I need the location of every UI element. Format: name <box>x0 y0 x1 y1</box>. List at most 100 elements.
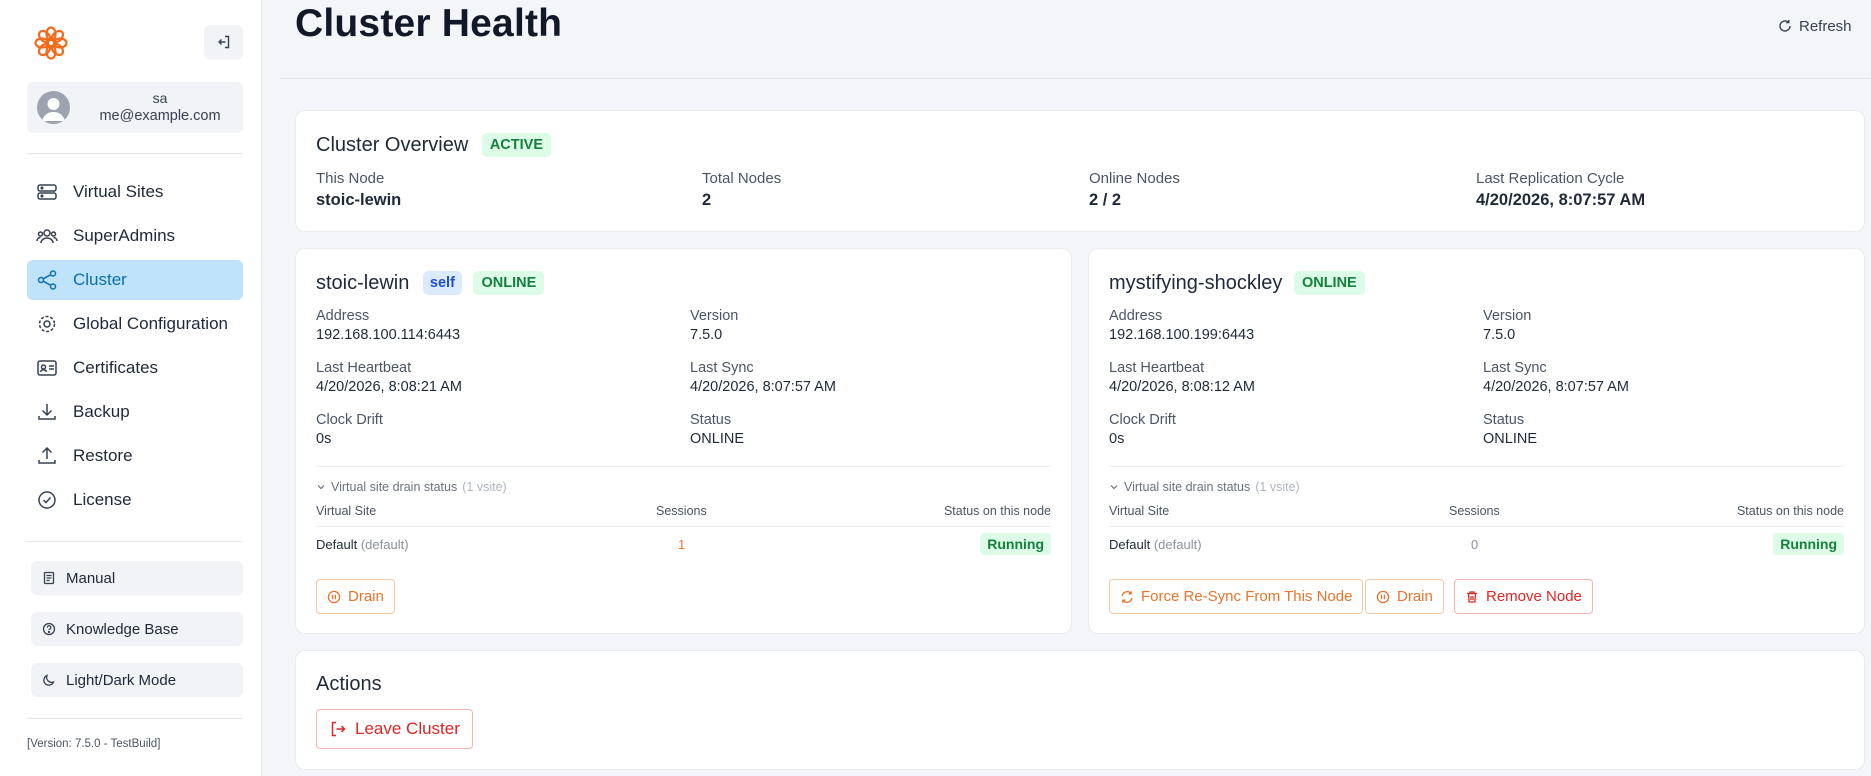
last-sync-label: Last Sync <box>690 360 754 376</box>
server-stack-icon <box>35 180 59 204</box>
node-status-badge: ONLINE <box>1293 271 1365 295</box>
theme-toggle-button[interactable]: Light/Dark Mode <box>31 663 243 697</box>
drain-status-toggle[interactable]: Virtual site drain status (1 vsite) <box>316 480 507 494</box>
sidebar-item-global-configuration[interactable]: Global Configuration <box>27 304 243 344</box>
node-divider <box>1109 466 1844 467</box>
question-circle-icon <box>41 621 57 637</box>
node-card: stoic-lewin self ONLINE Address 192.168.… <box>295 248 1072 634</box>
version-label: Version <box>690 308 739 324</box>
sidebar-item-label: License <box>73 490 132 509</box>
status-label: Status <box>690 412 732 428</box>
knowledge-base-button[interactable]: Knowledge Base <box>31 612 243 646</box>
address-value: 192.168.100.114:6443 <box>316 327 461 343</box>
version-label: Version <box>1483 308 1532 324</box>
id-card-icon <box>35 356 59 380</box>
drain-button[interactable]: Drain <box>316 579 395 614</box>
version-value: 7.5.0 <box>690 327 723 343</box>
refresh-label: Refresh <box>1799 17 1852 35</box>
logout-icon <box>329 720 347 738</box>
last-sync-value: 4/20/2026, 8:07:57 AM <box>690 379 836 395</box>
cluster-overview-title: Cluster Overview <box>316 134 469 156</box>
gear-icon <box>35 312 59 336</box>
download-icon <box>35 400 59 424</box>
sidebar-item-label: Cluster <box>73 270 127 289</box>
clock-drift-label: Clock Drift <box>1109 412 1176 428</box>
header-divider <box>280 78 1871 79</box>
upload-icon <box>35 444 59 468</box>
force-resync-button[interactable]: Force Re-Sync From This Node <box>1109 579 1364 614</box>
sidebar-item-label: Certificates <box>73 358 159 377</box>
user-name: sa <box>152 90 168 106</box>
manual-button[interactable]: Manual <box>31 561 243 595</box>
leave-cluster-label: Leave Cluster <box>355 719 460 738</box>
remove-node-button[interactable]: Remove Node <box>1454 579 1593 614</box>
column-header-sessions: Sessions <box>656 504 707 518</box>
running-badge: Running <box>980 533 1051 555</box>
status-value: ONLINE <box>1483 431 1537 447</box>
node-name: stoic-lewin <box>316 272 410 294</box>
drain-status-count: (1 vsite) <box>462 480 507 494</box>
remove-node-label: Remove Node <box>1486 588 1582 605</box>
sessions-count: 0 <box>1471 537 1479 552</box>
status-value: ONLINE <box>690 431 744 447</box>
node-name: mystifying-shockley <box>1109 272 1283 294</box>
sidebar-item-label: Global Configuration <box>73 314 228 333</box>
actions-title: Actions <box>316 673 382 695</box>
sidebar-item-license[interactable]: License <box>27 480 243 520</box>
sidebar-item-label: SuperAdmins <box>73 226 176 245</box>
sidebar-item-superadmins[interactable]: SuperAdmins <box>27 216 243 256</box>
address-label: Address <box>1109 308 1163 324</box>
table-row-site: Default (default) <box>316 537 409 552</box>
sidebar-item-backup[interactable]: Backup <box>27 392 243 432</box>
drain-status-count: (1 vsite) <box>1255 480 1300 494</box>
cluster-overview-heading: Cluster Overview ACTIVE <box>316 133 551 157</box>
last-heartbeat-value: 4/20/2026, 8:08:12 AM <box>1109 379 1255 395</box>
sidebar-item-certificates[interactable]: Certificates <box>27 348 243 388</box>
sidebar: sa me@example.com Virtual Sites SuperAdm… <box>0 0 262 776</box>
column-header-sessions: Sessions <box>1449 504 1500 518</box>
this-node-value: stoic-lewin <box>316 191 402 209</box>
sidebar-item-label: Virtual Sites <box>73 182 164 201</box>
drain-button[interactable]: Drain <box>1365 579 1444 614</box>
version-label: [Version: 7.5.0 - TestBuild] <box>27 738 161 750</box>
sidebar-item-label: Restore <box>73 446 133 465</box>
last-replication-value: 4/20/2026, 8:07:57 AM <box>1476 191 1646 209</box>
column-header-virtual-site: Virtual Site <box>1109 504 1170 518</box>
table-divider <box>316 526 1051 527</box>
clock-drift-value: 0s <box>1109 431 1125 447</box>
user-email: me@example.com <box>99 108 221 124</box>
collapse-sidebar-button[interactable] <box>204 25 243 59</box>
app-logo <box>34 26 68 60</box>
self-badge: self <box>422 271 462 295</box>
avatar <box>37 91 70 124</box>
pause-circle-icon <box>1376 590 1390 604</box>
this-node-label: This Node <box>316 170 385 187</box>
refresh-button[interactable]: Refresh <box>1778 14 1852 38</box>
last-heartbeat-label: Last Heartbeat <box>316 360 412 376</box>
cluster-status-badge: ACTIVE <box>481 133 551 157</box>
site-name: Default <box>1109 537 1151 552</box>
actions-card: Actions Leave Cluster <box>295 650 1865 770</box>
status-label: Status <box>1483 412 1525 428</box>
force-resync-label: Force Re-Sync From This Node <box>1141 588 1353 605</box>
total-nodes-value: 2 <box>702 191 712 209</box>
drain-status-toggle[interactable]: Virtual site drain status (1 vsite) <box>1109 480 1300 494</box>
table-row-site: Default (default) <box>1109 537 1202 552</box>
user-profile[interactable]: sa me@example.com <box>27 82 243 133</box>
node-divider <box>316 466 1051 467</box>
node-card: mystifying-shockley ONLINE Address 192.1… <box>1088 248 1865 634</box>
clock-drift-label: Clock Drift <box>316 412 383 428</box>
leave-cluster-button[interactable]: Leave Cluster <box>316 709 473 749</box>
sessions-count: 1 <box>678 537 686 552</box>
column-header-virtual-site: Virtual Site <box>316 504 377 518</box>
trash-icon <box>1465 590 1479 604</box>
collapse-icon <box>216 34 232 50</box>
site-tag: (default) <box>1153 537 1202 552</box>
sidebar-item-restore[interactable]: Restore <box>27 436 243 476</box>
address-value: 192.168.100.199:6443 <box>1109 327 1255 343</box>
drain-label: Drain <box>348 588 384 605</box>
sidebar-item-virtual-sites[interactable]: Virtual Sites <box>27 172 243 212</box>
sidebar-item-cluster[interactable]: Cluster <box>27 260 243 300</box>
page-title: Cluster Health <box>295 2 563 45</box>
sidebar-divider <box>27 153 243 154</box>
